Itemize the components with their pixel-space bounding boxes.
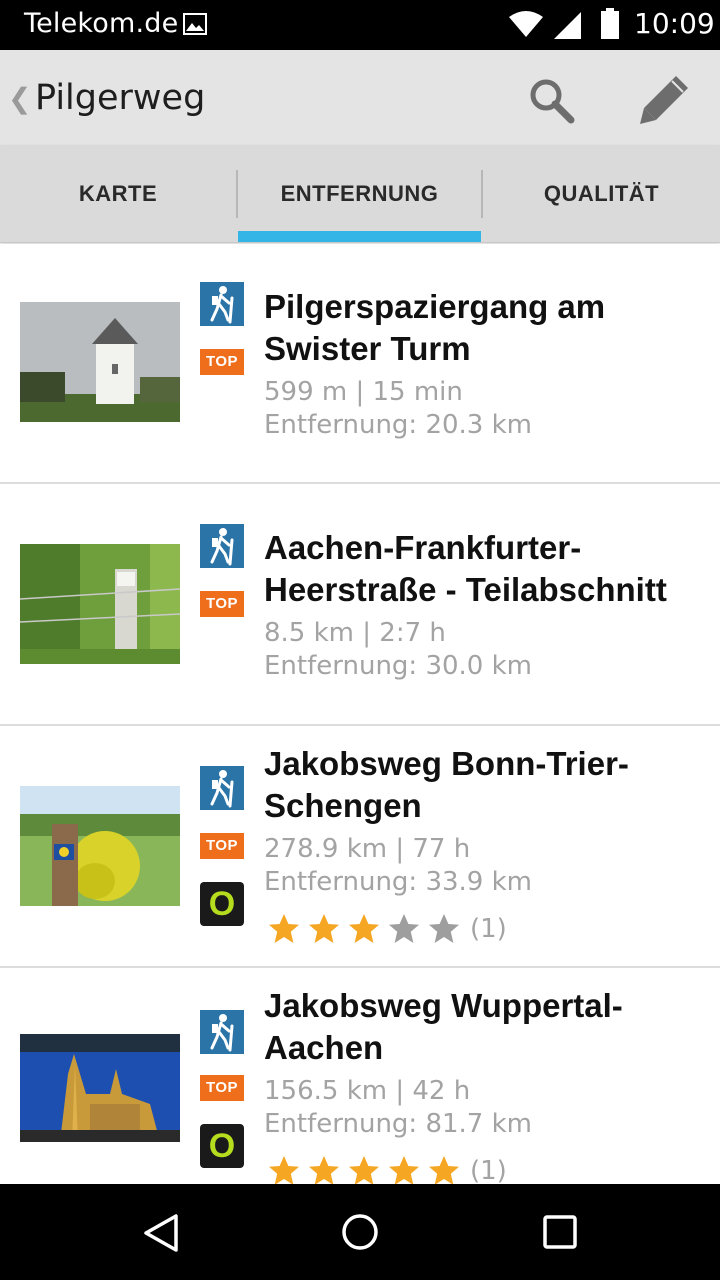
signal-icon (554, 12, 581, 39)
tour-title: Aachen-Frankfurter- Heerstraße - Teilabs… (264, 527, 714, 611)
top-badge: TOP (200, 1075, 244, 1101)
list-item[interactable]: TOP Aachen-Frankfurter- Heerstraße - Tei… (0, 484, 720, 726)
top-badge: TOP (200, 833, 244, 859)
hiking-icon (200, 766, 244, 810)
tab-bar: KARTE ENTFERNUNG QUALITÄT (0, 145, 720, 243)
outdooractive-badge: O (200, 882, 244, 926)
star-filled-icon (389, 1156, 419, 1184)
page-title[interactable]: Pilgerweg (35, 78, 205, 118)
outdooractive-badge: O (200, 1124, 244, 1168)
tour-title-line: Aachen-Frankfurter- (264, 529, 582, 566)
tab-qualitaet[interactable]: QUALITÄT (483, 145, 720, 243)
hiking-icon (200, 1010, 244, 1054)
back-chevron-icon[interactable]: ❮ (8, 82, 31, 115)
star-empty-icon (429, 914, 459, 943)
star-filled-icon (309, 1156, 339, 1184)
tour-thumbnail (20, 544, 180, 664)
home-icon[interactable] (341, 1213, 379, 1251)
tour-title-line: Swister Turm (264, 330, 471, 367)
hiking-icon (200, 524, 244, 568)
tour-distance: Entfernung: 81.7 km (264, 1109, 532, 1139)
wifi-icon (509, 11, 543, 37)
star-filled-icon (349, 1156, 379, 1184)
tour-title: Jakobsweg Wuppertal- Aachen (264, 985, 704, 1069)
tour-title-line: Jakobsweg Wuppertal- (264, 987, 623, 1024)
tour-thumbnail (20, 786, 180, 906)
tour-stats: 278.9 km | 77 h (264, 834, 471, 864)
rating-stars: (1) (268, 912, 507, 946)
hiking-icon (200, 282, 244, 326)
star-filled-icon (269, 1156, 299, 1184)
star-filled-icon (269, 914, 299, 943)
tour-distance: Entfernung: 20.3 km (264, 410, 532, 440)
tour-title-line: Aachen (264, 1029, 384, 1066)
star-filled-icon (349, 914, 379, 943)
rating-count: (1) (470, 1156, 507, 1184)
battery-icon (601, 8, 619, 39)
tour-title-line: Schengen (264, 787, 422, 824)
rating-stars: (1) (268, 1154, 507, 1184)
clock: 10:09 (634, 7, 715, 40)
tour-distance: Entfernung: 33.9 km (264, 867, 532, 897)
list-item[interactable]: TOP O Jakobsweg Bonn-Trier- Schengen 278… (0, 726, 720, 968)
star-empty-icon (389, 914, 419, 943)
pencil-edit-icon[interactable] (636, 72, 692, 128)
tour-title-line: Jakobsweg Bonn-Trier- (264, 745, 629, 782)
tab-karte[interactable]: KARTE (0, 145, 236, 243)
star-filled-icon (429, 1156, 459, 1184)
list-item[interactable]: TOP O Jakobsweg Wuppertal- Aachen 156.5 … (0, 968, 720, 1184)
star-filled-icon (309, 914, 339, 943)
action-bar: ❮ Pilgerweg (0, 50, 720, 145)
navigation-bar (0, 1184, 720, 1280)
tour-title-line: Pilgerspaziergang am (264, 288, 606, 325)
top-badge: TOP (200, 349, 244, 375)
top-badge: TOP (200, 591, 244, 617)
back-icon[interactable] (142, 1213, 180, 1253)
tour-list: TOP Pilgerspaziergang am Swister Turm 59… (0, 244, 720, 1184)
tour-thumbnail (20, 302, 180, 422)
selected-tab-indicator (238, 231, 481, 242)
list-item[interactable]: TOP Pilgerspaziergang am Swister Turm 59… (0, 244, 720, 484)
image-notification-icon (183, 13, 207, 35)
tour-stats: 599 m | 15 min (264, 377, 463, 407)
tour-title: Jakobsweg Bonn-Trier- Schengen (264, 743, 704, 827)
search-icon[interactable] (527, 76, 575, 124)
tour-title-line: Heerstraße - Teilabschnitt (264, 571, 667, 608)
tour-title: Pilgerspaziergang am Swister Turm (264, 286, 704, 370)
tour-thumbnail (20, 1034, 180, 1142)
tour-distance: Entfernung: 30.0 km (264, 651, 532, 681)
recent-apps-icon[interactable] (543, 1215, 577, 1249)
carrier-label: Telekom.de (24, 8, 179, 39)
tour-stats: 156.5 km | 42 h (264, 1076, 471, 1106)
rating-count: (1) (470, 914, 507, 944)
tour-stats: 8.5 km | 2:7 h (264, 618, 446, 648)
tab-entfernung[interactable]: ENTFERNUNG (238, 145, 481, 243)
status-bar: Telekom.de 10:09 (0, 0, 720, 50)
